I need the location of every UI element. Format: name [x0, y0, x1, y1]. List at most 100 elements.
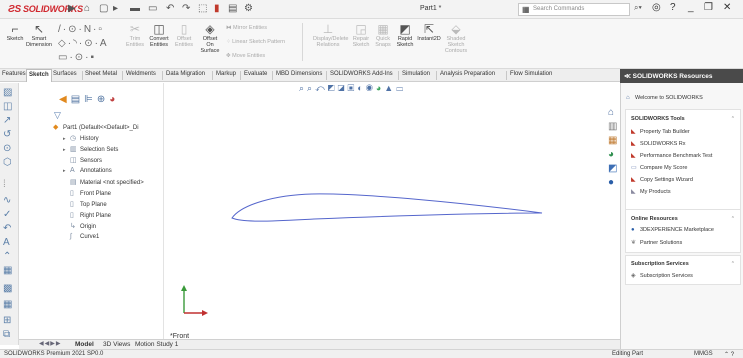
home-icon[interactable]: ⌂ [84, 3, 90, 14]
solidworks-resources-tab-icon[interactable]: ⌂ [608, 107, 614, 118]
subscription-services-link[interactable]: ◈ Subscription Services [631, 272, 693, 279]
offset-on-surface-button[interactable]: ◈ Offset On Surface [196, 23, 224, 55]
tab-navigation-arrows-icon[interactable]: ◀◀▶▶ [39, 340, 61, 347]
circle-tool-icon[interactable]: ⊙ [3, 143, 11, 154]
online-header[interactable]: Online Resources [631, 216, 678, 222]
new-document-icon[interactable]: ▢ [99, 3, 108, 14]
tab-features[interactable]: Features [2, 71, 26, 77]
airfoil-curve[interactable] [231, 193, 543, 222]
linear-sketch-pattern-button[interactable]: ⁘ Linear Sketch Pattern [226, 39, 285, 46]
rebuild-icon[interactable]: ▮ [214, 3, 220, 14]
undo-icon[interactable]: ↶ [166, 3, 174, 14]
minimize-icon[interactable]: _ [688, 2, 694, 13]
repair-sketch-button[interactable]: ◲ Repair Sketch [350, 23, 372, 49]
tab-motion-study[interactable]: Motion Study 1 [135, 341, 178, 348]
tab-markup[interactable]: Markup [216, 71, 236, 77]
shaded-sketch-contours-button[interactable]: ⬙ Shaded Sketch Contours [442, 23, 470, 55]
file-explorer-tab-icon[interactable]: ▦ [608, 135, 617, 146]
line-circle-spline-tools[interactable]: /·⊙·Ν·▫ [58, 24, 104, 35]
feature-manager-tab-icon[interactable]: ◀ [59, 94, 71, 105]
rapid-sketch-button[interactable]: ◩ Rapid Sketch [394, 23, 416, 49]
arc-tool-icon[interactable]: ↺ [3, 129, 11, 140]
tab-sketch[interactable]: Sketch [26, 69, 52, 82]
search-dropdown-icon[interactable]: ⌕▾ [634, 3, 642, 13]
units-dropdown-icon[interactable]: ⌃ ? [724, 351, 734, 358]
custom-properties-tab-icon[interactable]: ● [608, 177, 614, 188]
display-delete-relations-button[interactable]: ⊥ Display/Delete Relations [306, 23, 350, 49]
spline-tool-icon[interactable]: ∿ [3, 195, 11, 206]
slot-ellipse-tools[interactable]: ▭·⊙·▪ [58, 52, 96, 63]
user-icon[interactable]: ◎ [652, 2, 661, 13]
tree-item-front-plane[interactable]: ▯ Front Plane [70, 189, 111, 197]
benchmark-test-link[interactable]: ◣ Performance Benchmark Test [631, 152, 712, 159]
move-entities-button[interactable]: ✥ Move Entities [226, 53, 265, 60]
property-manager-tab-icon[interactable]: ▤ [71, 94, 84, 105]
tree-item-annotations[interactable]: ▸ A Annotations [63, 167, 112, 174]
line-tool-icon[interactable]: ↗ [3, 115, 11, 126]
select-icon[interactable]: ⬚ [198, 3, 207, 14]
tree-item-selection-sets[interactable]: ▸ ▥ Selection Sets [63, 145, 118, 153]
tab-evaluate[interactable]: Evaluate [244, 71, 267, 77]
rebuild-tool-icon[interactable]: ⧉ [3, 329, 10, 340]
marketplace-link[interactable]: ● 3DEXPERIENCE Marketplace [631, 227, 714, 233]
trim-tool-icon[interactable]: ✓ [3, 209, 11, 220]
welcome-link[interactable]: ⌂ Welcome to SOLIDWORKS [626, 95, 703, 101]
dimxpert-tab-icon[interactable]: ⊕ [97, 94, 109, 105]
grid-tool-icon[interactable]: ▦ [3, 265, 12, 276]
convert-entities-button[interactable]: ◫ Convert Entities [146, 23, 172, 49]
tab-data-migration[interactable]: Data Migration [166, 71, 205, 77]
fillet-tool-icon[interactable]: ↶ [3, 223, 11, 234]
point-tool-icon[interactable]: ⌃ [3, 251, 11, 262]
collapse-icon[interactable]: ⌃ [731, 216, 735, 222]
configuration-manager-tab-icon[interactable]: ⊫ [84, 94, 97, 105]
view-tool-icon[interactable]: ◫ [3, 101, 12, 112]
solidworks-rx-link[interactable]: ◣ SOLIDWORKS Rx [631, 140, 686, 147]
help-icon[interactable]: ? [670, 2, 676, 13]
tab-sheet-metal[interactable]: Sheet Metal [85, 71, 117, 77]
graphics-area[interactable]: ⌕⌕↶◩◪▣◐◉◕▲▭ ⌂ ▥ ▦ ◕ ◩ ● *Front [164, 83, 620, 345]
tab-surfaces[interactable]: Surfaces [53, 71, 77, 77]
open-icon[interactable]: ▸ [113, 3, 118, 14]
tree-item-top-plane[interactable]: ▯ Top Plane [70, 200, 107, 208]
search-commands-input[interactable]: ▦ Search Commands [518, 3, 630, 16]
partner-solutions-link[interactable]: ❦ Partner Solutions [631, 239, 682, 246]
trim-entities-button[interactable]: ✂ Trim Entities [124, 23, 146, 49]
mirror-entities-button[interactable]: ⧓ Mirror Entities [226, 25, 267, 32]
display-manager-tab-icon[interactable]: ◕ [109, 94, 119, 105]
compare-score-link[interactable]: ▭ Compare My Score [631, 164, 687, 171]
design-library-tab-icon[interactable]: ▥ [608, 121, 617, 132]
filter-icon[interactable]: ▽ [54, 110, 61, 121]
tab-flow-simulation[interactable]: Flow Simulation [510, 71, 552, 77]
redo-icon[interactable]: ↷ [182, 3, 190, 14]
tree-item-history[interactable]: ▸ ◷ History [63, 134, 99, 142]
resources-title[interactable]: ≪ SOLIDWORKS Resources [624, 72, 712, 80]
tree-item-sensors[interactable]: ◫ Sensors [70, 156, 102, 164]
tree-item-curve1[interactable]: ∫ Curve1 [70, 233, 99, 240]
centerline-tool-icon[interactable]: ⁞ [3, 179, 6, 190]
save-icon[interactable]: ▬ [130, 3, 140, 14]
tree-item-origin[interactable]: ↳ Origin [70, 222, 96, 230]
tab-3d-views[interactable]: 3D Views [103, 341, 130, 348]
tab-analysis-preparation[interactable]: Analysis Preparation [440, 71, 495, 77]
tree-root-part[interactable]: ◆ Part1 (Default<<Default>_Di [53, 123, 139, 131]
tree-item-material[interactable]: ▤ Material <not specified> [70, 178, 144, 186]
collapse-icon[interactable]: ⌃ [731, 261, 735, 267]
subscription-header[interactable]: Subscription Services [631, 261, 689, 267]
close-icon[interactable]: ✕ [723, 2, 731, 13]
tab-solidworks-add-ins[interactable]: SOLIDWORKS Add-Ins [330, 71, 393, 77]
view-palette-tab-icon[interactable]: ◕ [608, 149, 614, 160]
tree-item-right-plane[interactable]: ▯ Right Plane [70, 211, 111, 219]
file-properties-icon[interactable]: ▤ [228, 3, 237, 14]
property-tab-builder-link[interactable]: ◣ Property Tab Builder [631, 128, 690, 135]
pattern-tool-icon[interactable]: ▦ [3, 299, 12, 310]
instant2d-button[interactable]: ⇱ Instant2D [416, 23, 442, 43]
polygon-tool-icon[interactable]: ⬡ [3, 157, 12, 168]
smart-dimension-button[interactable]: ↖ Smart Dimension [24, 23, 54, 49]
quick-snaps-button[interactable]: ▦ Quick Snaps [372, 23, 394, 49]
my-products-link[interactable]: ◣ My Products [631, 188, 671, 195]
tab-model[interactable]: Model [75, 341, 94, 348]
tools-header[interactable]: SOLIDWORKS Tools [631, 116, 685, 122]
tab-mbd-dimensions[interactable]: MBD Dimensions [276, 71, 322, 77]
offset-entities-button[interactable]: ▯ Offset Entities [172, 23, 196, 49]
copy-settings-link[interactable]: ◣ Copy Settings Wizard [631, 176, 693, 183]
